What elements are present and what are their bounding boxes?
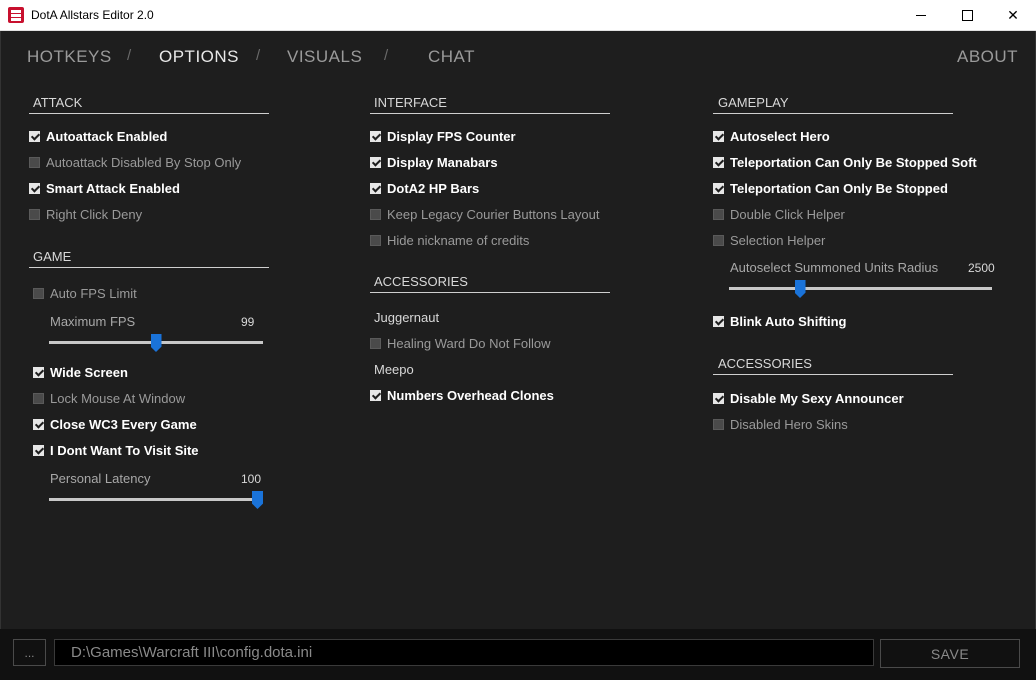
- checkbox-icon: [370, 234, 381, 246]
- section-divider: [370, 292, 610, 293]
- checkbox-icon: [33, 392, 44, 404]
- checkbox-icon: [29, 156, 40, 168]
- accessories-right-section-title: ACCESSORIES: [718, 356, 812, 371]
- checkbox-icon: [29, 130, 40, 142]
- section-divider: [713, 113, 953, 114]
- gameplay-section-title: GAMEPLAY: [718, 95, 789, 110]
- checkbox-autoselect-hero[interactable]: Autoselect Hero: [713, 127, 830, 145]
- checkbox-icon: [713, 208, 724, 220]
- checkbox-teleport-stopped-soft[interactable]: Teleportation Can Only Be Stopped Soft: [713, 153, 977, 171]
- latency-slider-thumb[interactable]: [252, 491, 263, 509]
- max-fps-value: 99: [241, 315, 255, 329]
- checkbox-lock-mouse[interactable]: Lock Mouse At Window: [33, 389, 185, 407]
- config-path-field[interactable]: D:\Games\Warcraft III\config.dota.ini: [54, 639, 874, 666]
- window-title: DotA Allstars Editor 2.0: [31, 8, 154, 22]
- section-divider: [370, 113, 610, 114]
- maximize-button[interactable]: [944, 0, 990, 31]
- latency-label: Personal Latency: [50, 471, 151, 486]
- checkbox-selection-helper[interactable]: Selection Helper: [713, 231, 825, 249]
- app-icon: [8, 7, 24, 23]
- radius-slider[interactable]: [729, 287, 992, 290]
- checkbox-display-manabars[interactable]: Display Manabars: [370, 153, 498, 171]
- close-button[interactable]: ✕: [990, 0, 1036, 31]
- checkbox-icon: [370, 208, 381, 220]
- checkbox-display-fps[interactable]: Display FPS Counter: [370, 127, 516, 145]
- checkbox-smart-attack[interactable]: Smart Attack Enabled: [29, 179, 180, 197]
- checkbox-teleport-stopped[interactable]: Teleportation Can Only Be Stopped: [713, 179, 948, 197]
- max-fps-slider-thumb[interactable]: [150, 334, 162, 352]
- checkbox-icon: [713, 418, 724, 430]
- title-bar: DotA Allstars Editor 2.0 ✕: [0, 0, 1036, 31]
- checkbox-icon: [33, 418, 44, 430]
- latency-slider[interactable]: [49, 498, 263, 501]
- checkbox-disable-announcer[interactable]: Disable My Sexy Announcer: [713, 389, 904, 407]
- checkbox-icon: [29, 182, 40, 194]
- checkbox-icon: [370, 389, 381, 401]
- nav-separator: /: [384, 47, 389, 64]
- checkbox-icon: [33, 366, 44, 378]
- checkbox-icon: [713, 130, 724, 142]
- checkbox-blink-auto-shifting[interactable]: Blink Auto Shifting: [713, 312, 847, 330]
- attack-section-title: ATTACK: [33, 95, 83, 110]
- radius-value: 2500: [968, 261, 995, 275]
- checkbox-hide-nickname[interactable]: Hide nickname of credits: [370, 231, 529, 249]
- game-section-title: GAME: [33, 249, 72, 264]
- section-divider: [29, 267, 269, 268]
- radius-slider-thumb[interactable]: [794, 280, 806, 298]
- checkbox-disabled-hero-skins[interactable]: Disabled Hero Skins: [713, 415, 848, 433]
- nav-separator: /: [256, 47, 261, 64]
- checkbox-dont-visit-site[interactable]: I Dont Want To Visit Site: [33, 441, 199, 459]
- nav-separator: /: [127, 47, 132, 64]
- checkbox-icon: [713, 315, 724, 327]
- tab-about[interactable]: ABOUT: [957, 47, 1018, 67]
- checkbox-numbers-overhead[interactable]: Numbers Overhead Clones: [370, 386, 554, 404]
- checkbox-wide-screen[interactable]: Wide Screen: [33, 363, 128, 381]
- interface-section-title: INTERFACE: [374, 95, 447, 110]
- checkbox-icon: [33, 444, 44, 456]
- checkbox-dota2-hp-bars[interactable]: DotA2 HP Bars: [370, 179, 479, 197]
- checkbox-icon: [713, 182, 724, 194]
- footer-bar: ... D:\Games\Warcraft III\config.dota.in…: [0, 629, 1036, 680]
- checkbox-icon: [713, 392, 724, 404]
- checkbox-icon: [370, 130, 381, 142]
- browse-button[interactable]: ...: [13, 639, 46, 666]
- main-panel: HOTKEYS / OPTIONS / VISUALS / CHAT ABOUT…: [0, 31, 1036, 629]
- checkbox-icon: [713, 156, 724, 168]
- section-divider: [29, 113, 269, 114]
- checkbox-icon: [29, 208, 40, 220]
- checkbox-healing-ward[interactable]: Healing Ward Do Not Follow: [370, 334, 551, 352]
- checkbox-close-wc3[interactable]: Close WC3 Every Game: [33, 415, 197, 433]
- checkbox-right-click-deny[interactable]: Right Click Deny: [29, 205, 142, 223]
- checkbox-icon: [370, 182, 381, 194]
- save-button[interactable]: SAVE: [880, 639, 1020, 668]
- tab-hotkeys[interactable]: HOTKEYS: [27, 47, 112, 67]
- section-divider: [713, 374, 953, 375]
- checkbox-autoattack-disabled-by-stop[interactable]: Autoattack Disabled By Stop Only: [29, 153, 241, 171]
- tab-visuals[interactable]: VISUALS: [287, 47, 362, 67]
- checkbox-double-click-helper[interactable]: Double Click Helper: [713, 205, 845, 223]
- close-icon: ✕: [1007, 7, 1019, 23]
- minimize-button[interactable]: [898, 0, 944, 31]
- max-fps-label: Maximum FPS: [50, 314, 136, 329]
- checkbox-legacy-courier[interactable]: Keep Legacy Courier Buttons Layout: [370, 205, 599, 223]
- meepo-label: Meepo: [374, 362, 414, 377]
- checkbox-autoattack-enabled[interactable]: Autoattack Enabled: [29, 127, 167, 145]
- juggernaut-label: Juggernaut: [374, 310, 440, 325]
- radius-label: Autoselect Summoned Units Radius: [730, 260, 939, 275]
- checkbox-icon: [33, 287, 44, 299]
- tab-chat[interactable]: CHAT: [428, 47, 475, 67]
- latency-value: 100: [241, 472, 262, 486]
- accessories-section-title: ACCESSORIES: [374, 274, 468, 289]
- tab-options[interactable]: OPTIONS: [159, 47, 239, 67]
- checkbox-icon: [370, 337, 381, 349]
- maximize-icon: [961, 10, 973, 21]
- checkbox-icon: [713, 234, 724, 246]
- minimize-icon: [916, 15, 926, 16]
- checkbox-icon: [370, 156, 381, 168]
- checkbox-auto-fps-limit[interactable]: Auto FPS Limit: [33, 284, 137, 302]
